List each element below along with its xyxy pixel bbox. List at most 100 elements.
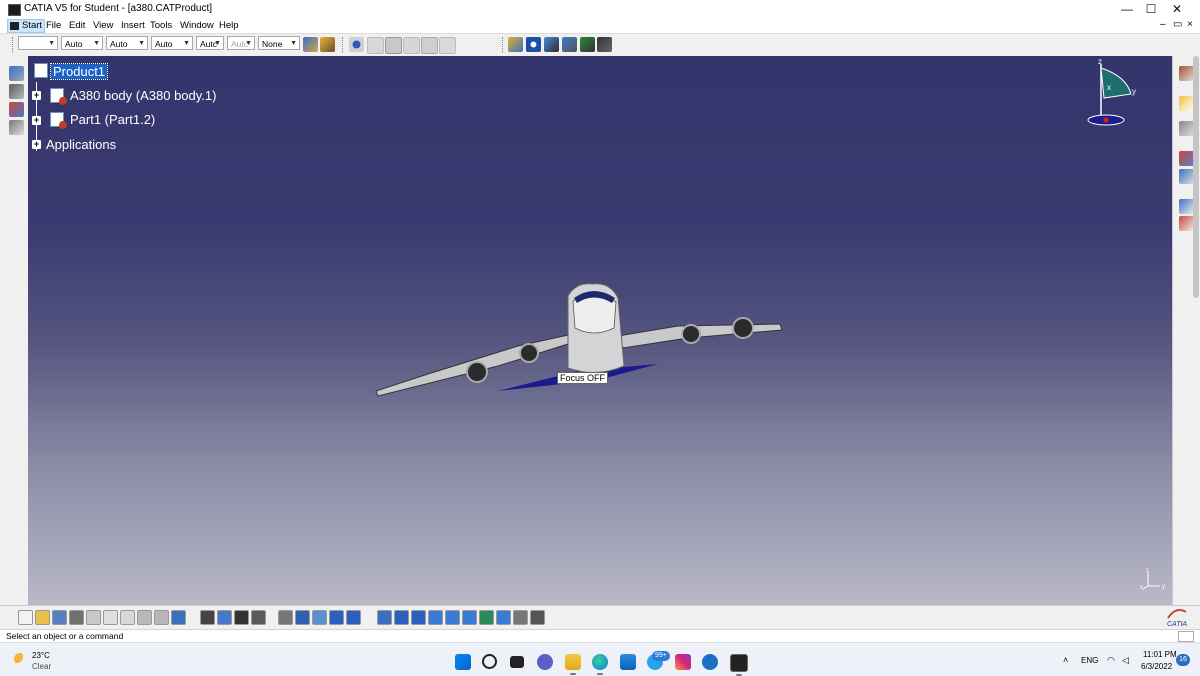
- workbench-icon[interactable]: [9, 66, 24, 81]
- explode-icon[interactable]: [1179, 199, 1194, 214]
- 3d-viewport[interactable]: Product1 + A380 body (A380 body.1) + Par…: [28, 56, 1172, 605]
- instagram-icon[interactable]: [675, 654, 691, 670]
- clash-icon[interactable]: [1179, 216, 1194, 231]
- pointer-icon[interactable]: [1179, 96, 1194, 111]
- menu-tools[interactable]: Tools: [150, 20, 172, 31]
- insert-component-icon[interactable]: [9, 84, 24, 99]
- assembly-icon[interactable]: [562, 37, 577, 52]
- compass[interactable]: z x y: [1086, 58, 1136, 130]
- transparency-combo[interactable]: Auto ▼: [61, 36, 103, 50]
- doc-restore-button[interactable]: ▭: [1173, 19, 1182, 30]
- select-icon[interactable]: [1179, 66, 1194, 81]
- edge-icon[interactable]: [592, 654, 608, 675]
- language-indicator[interactable]: ENG: [1081, 656, 1098, 665]
- sketch-icon[interactable]: [439, 37, 456, 54]
- whats-this-icon[interactable]: [171, 610, 186, 625]
- vertical-scrollbar[interactable]: [1193, 56, 1199, 298]
- zoom-area-icon[interactable]: [403, 37, 420, 54]
- copy-icon[interactable]: [103, 610, 118, 625]
- weather-temperature[interactable]: 23°C: [32, 651, 50, 660]
- fly-icon[interactable]: [312, 610, 327, 625]
- snapshot-icon[interactable]: [385, 37, 402, 54]
- toolbar-grip[interactable]: [12, 37, 16, 53]
- tree-icon[interactable]: [544, 37, 559, 52]
- hierarchy-icon[interactable]: [597, 37, 612, 52]
- menu-file[interactable]: File: [46, 20, 61, 31]
- expand-part1[interactable]: +: [32, 116, 41, 125]
- capture-icon[interactable]: [530, 610, 545, 625]
- render-icon[interactable]: [496, 610, 511, 625]
- doc-minimize-button[interactable]: –: [1160, 19, 1166, 30]
- notification-badge[interactable]: 16: [1176, 654, 1190, 666]
- menu-window[interactable]: Window: [180, 20, 214, 31]
- dimension-icon[interactable]: [251, 610, 266, 625]
- start-icon[interactable]: [455, 654, 471, 670]
- fit-all-icon[interactable]: [329, 610, 344, 625]
- replace-component-icon[interactable]: [9, 120, 24, 135]
- normal-view-icon[interactable]: [428, 610, 443, 625]
- volume-icon[interactable]: ◁: [1122, 655, 1129, 666]
- wifi-icon[interactable]: ◠: [1107, 655, 1115, 666]
- weather-moon-icon[interactable]: [14, 653, 26, 665]
- file-explorer-icon[interactable]: [565, 654, 581, 675]
- doc-close-button[interactable]: ×: [1187, 19, 1193, 30]
- a380-airplane-model[interactable]: [368, 276, 788, 406]
- manipulation-icon[interactable]: [1179, 151, 1194, 166]
- measure-icon[interactable]: [295, 610, 310, 625]
- weather-description[interactable]: Clear: [32, 662, 51, 671]
- command-input[interactable]: [1178, 631, 1194, 642]
- snap-icon[interactable]: [1179, 169, 1194, 184]
- expand-a380-body[interactable]: +: [32, 91, 41, 100]
- toolbar-grip[interactable]: [342, 37, 346, 53]
- constraint-icon[interactable]: [349, 37, 364, 52]
- save-icon[interactable]: [52, 610, 67, 625]
- shield-icon[interactable]: [702, 654, 718, 670]
- rendering-style-combo[interactable]: Autc ▼: [227, 36, 255, 50]
- mouse-icon[interactable]: [421, 37, 438, 54]
- clock-time[interactable]: 11:01 PM: [1143, 650, 1177, 659]
- structure-icon[interactable]: [580, 37, 595, 52]
- paste-icon[interactable]: [120, 610, 135, 625]
- chat-icon[interactable]: [537, 654, 553, 670]
- open-icon[interactable]: [35, 610, 50, 625]
- point-type-combo[interactable]: Autc ▼: [196, 36, 224, 50]
- toolbar-grip[interactable]: [502, 37, 506, 53]
- line-type-combo[interactable]: Auto ▼: [151, 36, 193, 50]
- search-icon[interactable]: [482, 654, 497, 669]
- painter-icon[interactable]: [303, 37, 318, 52]
- menu-help[interactable]: Help: [219, 20, 239, 31]
- tree-node-part1[interactable]: Part1 (Part1.2): [70, 112, 155, 127]
- catia-icon[interactable]: [730, 654, 748, 676]
- menu-insert[interactable]: Insert: [121, 20, 145, 31]
- zoom-out-icon[interactable]: [411, 610, 426, 625]
- formula-icon[interactable]: [200, 610, 215, 625]
- line-thickness-combo[interactable]: Auto ▼: [106, 36, 148, 50]
- pan-icon[interactable]: [346, 610, 361, 625]
- menu-start[interactable]: Start: [7, 19, 46, 33]
- undo-icon[interactable]: [137, 610, 152, 625]
- close-button[interactable]: ✕: [1154, 0, 1200, 18]
- iso-view-icon[interactable]: [445, 610, 460, 625]
- tree-node-applications[interactable]: Applications: [46, 137, 116, 152]
- store-icon[interactable]: [620, 654, 636, 670]
- hide-show-icon[interactable]: [462, 610, 477, 625]
- cut-icon[interactable]: [86, 610, 101, 625]
- print-icon[interactable]: [69, 610, 84, 625]
- existing-component-icon[interactable]: [9, 102, 24, 117]
- table-icon[interactable]: [234, 610, 249, 625]
- menu-edit[interactable]: Edit: [69, 20, 85, 31]
- layer-combo[interactable]: None ▼: [258, 36, 300, 50]
- color-combo[interactable]: ▼: [18, 36, 58, 50]
- comment-icon[interactable]: [217, 610, 232, 625]
- menu-view[interactable]: View: [93, 20, 113, 31]
- brush-icon[interactable]: [320, 37, 335, 52]
- product-icon[interactable]: [508, 37, 523, 52]
- tree-node-a380-body[interactable]: A380 body (A380 body.1): [70, 88, 216, 103]
- rotate-icon[interactable]: [377, 610, 392, 625]
- tree-root[interactable]: Product1: [49, 63, 109, 80]
- catalog-icon[interactable]: [367, 37, 384, 54]
- swap-icon[interactable]: [479, 610, 494, 625]
- chevron-up-icon[interactable]: ˄: [1063, 655, 1068, 665]
- clock-date[interactable]: 6/3/2022: [1141, 662, 1172, 671]
- view-icon[interactable]: [278, 610, 293, 625]
